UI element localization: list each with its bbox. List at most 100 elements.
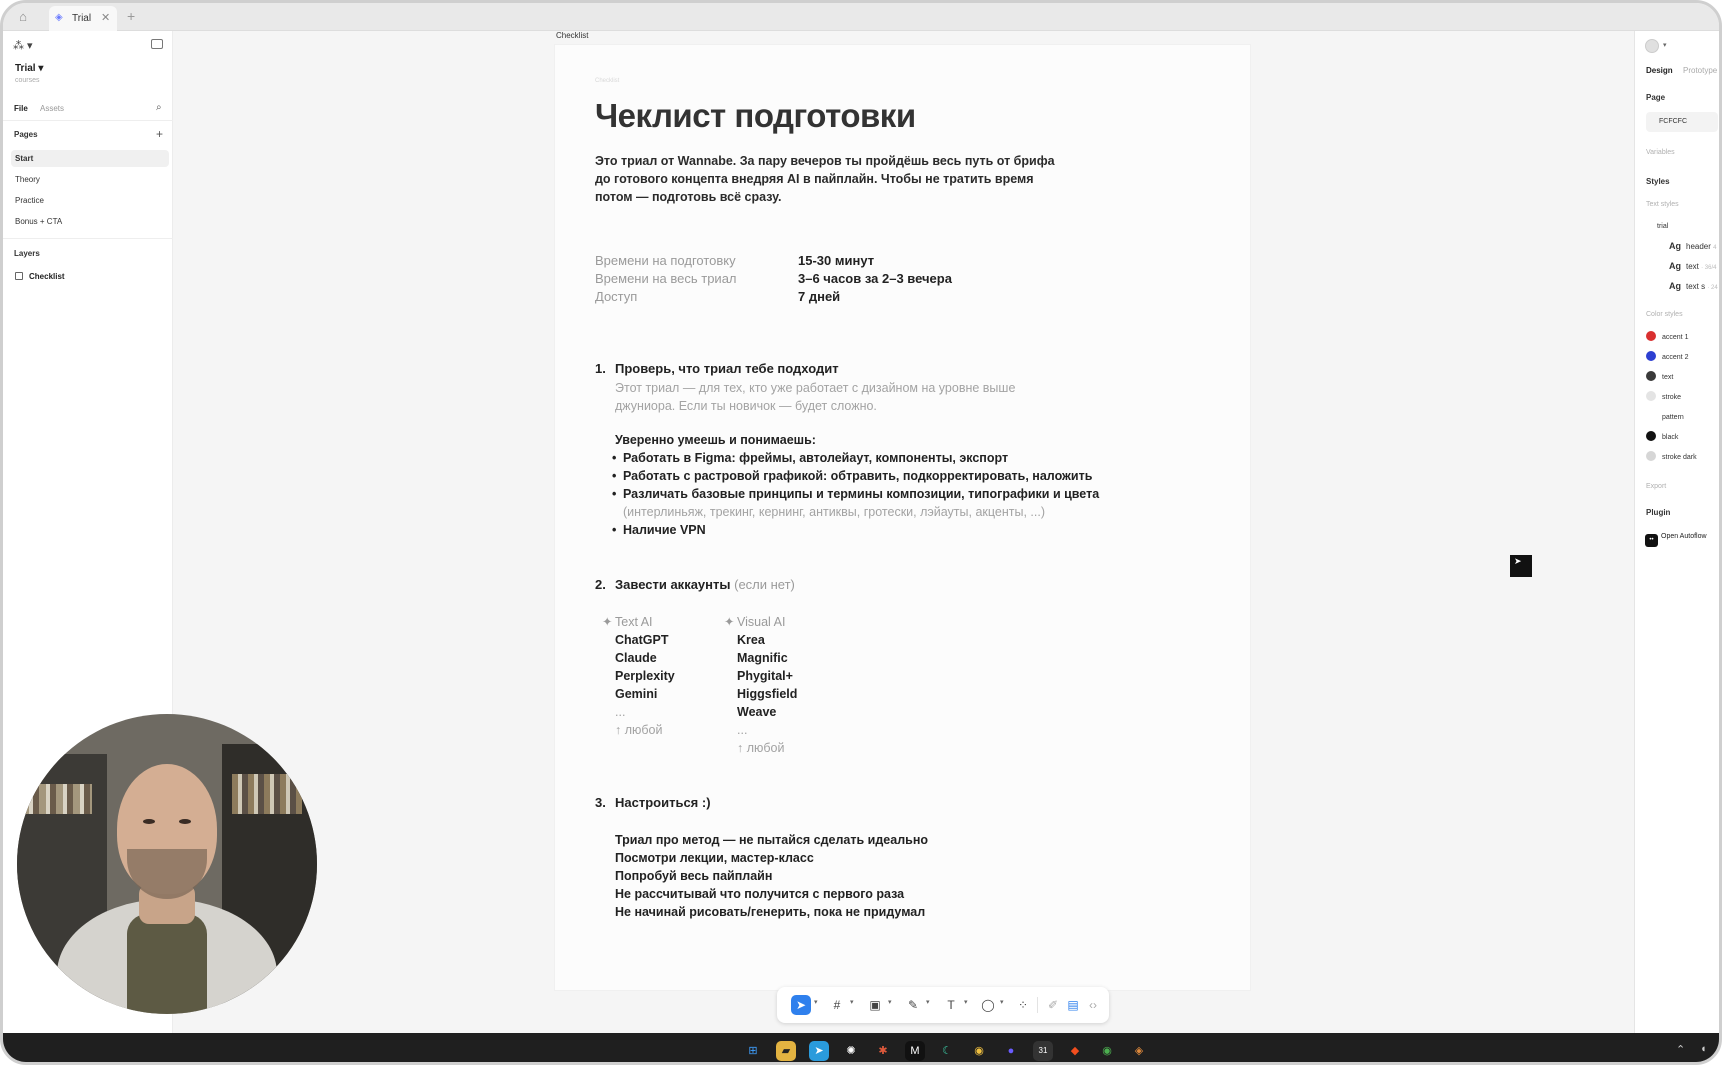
comment-tool-icon[interactable]: ◯ bbox=[978, 995, 998, 1015]
list-item: Работать в Figma: фреймы, автолейаут, ко… bbox=[612, 451, 1008, 465]
calendar-icon[interactable]: 31 bbox=[1033, 1041, 1053, 1061]
swatch-icon bbox=[1646, 411, 1656, 421]
chevron-down-icon[interactable]: ▾ bbox=[888, 998, 892, 1006]
move-tool-icon[interactable]: ➤ bbox=[791, 995, 811, 1015]
color-style-item[interactable]: black bbox=[1646, 431, 1678, 443]
tab-prototype[interactable]: Prototype bbox=[1683, 66, 1717, 75]
text-style-item[interactable]: Ag text · 36/4 bbox=[1669, 261, 1716, 271]
design-mode-icon[interactable]: ▤ bbox=[1063, 995, 1083, 1015]
tab-design[interactable]: Design bbox=[1646, 66, 1673, 75]
list-item: Weave bbox=[737, 705, 777, 719]
variables-title[interactable]: Variables bbox=[1646, 149, 1675, 156]
page-color-field[interactable]: FCFCFC bbox=[1646, 112, 1718, 132]
chevron-down-icon[interactable]: ▾ bbox=[964, 998, 968, 1006]
color-style-item[interactable]: pattern bbox=[1646, 411, 1684, 423]
section-1-description: Этот триал — для тех, кто уже работает с… bbox=[615, 381, 1016, 413]
tab-assets[interactable]: Assets bbox=[40, 104, 64, 113]
chrome-icon[interactable]: ◉ bbox=[1097, 1041, 1117, 1061]
frame-label[interactable]: Checklist bbox=[556, 31, 588, 40]
close-icon[interactable]: ✕ bbox=[101, 11, 110, 24]
dev-mode-icon[interactable]: ‹› bbox=[1083, 995, 1103, 1015]
autoflow-icon: •• bbox=[1645, 534, 1658, 547]
list-item: Попробуй весь пайплайн bbox=[615, 869, 773, 883]
page-item-practice[interactable]: Practice bbox=[11, 192, 169, 209]
claude-icon[interactable]: ✱ bbox=[873, 1041, 893, 1061]
list-item: Magnific bbox=[737, 651, 788, 665]
telegram-icon[interactable]: ➤ bbox=[809, 1041, 829, 1061]
list-item: Триал про метод — не пытайся сделать иде… bbox=[615, 833, 929, 847]
app-icon[interactable]: M bbox=[905, 1041, 925, 1061]
add-page-button[interactable]: + bbox=[156, 127, 163, 141]
right-panel: ▾ Design Prototype Page FCFCFC Variables… bbox=[1634, 31, 1719, 1033]
export-title[interactable]: Export bbox=[1646, 483, 1666, 490]
swatch-icon bbox=[1646, 351, 1656, 361]
color-style-item[interactable]: stroke bbox=[1646, 391, 1681, 403]
list-item: Phygital+ bbox=[737, 669, 793, 683]
figma-file-icon: ◈ bbox=[55, 12, 63, 23]
page-section-title: Page bbox=[1646, 93, 1666, 102]
figma-menu-icon[interactable]: ⁂ ▾ bbox=[13, 39, 33, 52]
chatgpt-icon[interactable]: ✺ bbox=[841, 1041, 861, 1061]
add-tab-button[interactable]: + bbox=[127, 8, 135, 24]
section-title-3: 3. Настроиться :) bbox=[595, 795, 711, 810]
plugin-item[interactable]: •• Open Autoflow bbox=[1645, 533, 1707, 547]
info-key: Времени на весь триал bbox=[595, 271, 737, 286]
chevron-down-icon[interactable]: ▾ bbox=[1663, 41, 1667, 49]
page-item-bonus[interactable]: Bonus + CTA bbox=[11, 213, 169, 230]
books bbox=[22, 784, 92, 814]
style-group[interactable]: trial bbox=[1657, 223, 1668, 230]
text-tool-icon[interactable]: T bbox=[941, 995, 961, 1015]
chevron-down-icon[interactable]: ▾ bbox=[926, 998, 930, 1006]
text-style-item[interactable]: Ag text s · 24 bbox=[1669, 281, 1718, 291]
app-icon[interactable]: ● bbox=[1001, 1041, 1021, 1061]
info-key: Времени на подготовку bbox=[595, 253, 736, 268]
visual-ai-list: ✦ Visual AI Krea Magnific Phygital+ Higgs… bbox=[724, 613, 797, 757]
chevron-down-icon[interactable]: ▾ bbox=[850, 998, 854, 1006]
windows-start-icon[interactable]: ⊞ bbox=[743, 1041, 763, 1061]
page-item-start[interactable]: Start bbox=[11, 150, 169, 167]
list-item: Работать с растровой графикой: обтравить… bbox=[612, 469, 1092, 483]
chevron-down-icon[interactable]: ▾ bbox=[814, 998, 818, 1006]
text-ai-heading: ✦ Text AI bbox=[602, 615, 653, 629]
chrome-icon[interactable]: ◉ bbox=[969, 1041, 989, 1061]
app-icon[interactable]: ◈ bbox=[1129, 1041, 1149, 1061]
layer-item-checklist[interactable]: Checklist bbox=[15, 272, 65, 281]
search-icon[interactable]: ⌕ bbox=[156, 102, 162, 113]
draw-mode-icon[interactable]: ✐ bbox=[1043, 995, 1063, 1015]
color-style-item[interactable]: text bbox=[1646, 371, 1673, 383]
tab-file[interactable]: File bbox=[14, 104, 28, 113]
folder-icon[interactable]: ▰ bbox=[776, 1041, 796, 1061]
color-style-item[interactable]: stroke dark bbox=[1646, 451, 1697, 463]
chevron-up-icon[interactable]: ⌃ bbox=[1676, 1043, 1685, 1056]
info-value: 7 дней bbox=[798, 289, 841, 304]
avatar[interactable] bbox=[1645, 39, 1659, 53]
presenter-shirt bbox=[127, 914, 207, 1014]
volume-icon[interactable]: ◖ bbox=[1700, 1043, 1707, 1055]
color-style-item[interactable]: accent 1 bbox=[1646, 331, 1688, 343]
layers-title: Layers bbox=[14, 249, 40, 258]
doc-caption: Checklist bbox=[595, 78, 620, 84]
image-tool-icon[interactable]: ▣ bbox=[865, 995, 885, 1015]
color-style-item[interactable]: accent 2 bbox=[1646, 351, 1688, 363]
page-item-theory[interactable]: Theory bbox=[11, 171, 169, 188]
text-style-item[interactable]: Ag header 4 bbox=[1669, 241, 1717, 251]
chevron-down-icon[interactable]: ▾ bbox=[1000, 998, 1004, 1006]
frame-icon bbox=[15, 272, 23, 280]
home-icon[interactable]: ⌂ bbox=[15, 9, 31, 25]
tab-trial[interactable]: ◈ Trial ✕ bbox=[49, 6, 117, 31]
canvas[interactable]: Checklist Checklist Чеклист подготовки Э… bbox=[174, 31, 1634, 1033]
pen-tool-icon[interactable]: ✎ bbox=[903, 995, 923, 1015]
list-item: ChatGPT bbox=[615, 633, 669, 647]
info-key: Доступ bbox=[595, 289, 638, 304]
checklist-frame[interactable]: Checklist Чеклист подготовки Это триал о… bbox=[555, 45, 1250, 990]
plugin-title: Plugin bbox=[1646, 508, 1671, 517]
tab-bar: ⌂ ◈ Trial ✕ + bbox=[3, 3, 1719, 31]
sidebar-toggle-icon[interactable] bbox=[151, 39, 163, 49]
page-title: Чеклист подготовки bbox=[595, 97, 916, 134]
divider bbox=[3, 238, 173, 239]
file-name[interactable]: Trial ▾ bbox=[15, 63, 43, 74]
app-icon[interactable]: ☾ bbox=[937, 1041, 957, 1061]
figma-icon[interactable]: ◆ bbox=[1065, 1041, 1085, 1061]
actions-icon[interactable]: ⁘ bbox=[1013, 995, 1033, 1015]
frame-tool-icon[interactable]: # bbox=[827, 995, 847, 1015]
